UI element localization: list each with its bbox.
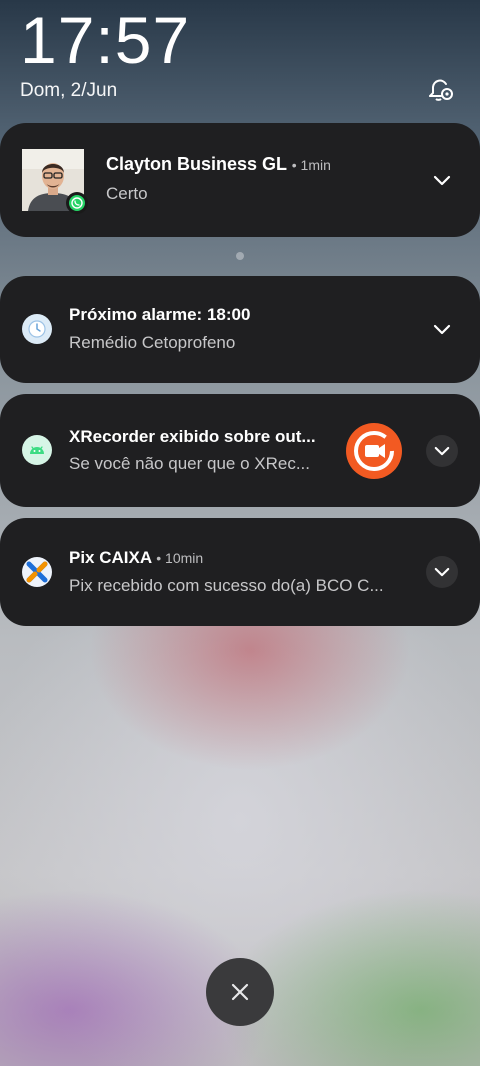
notification-text: Pix recebido com sucesso do(a) BCO C... (69, 576, 384, 595)
notification-title: Clayton Business GL • 1min (106, 154, 331, 174)
notification-title: Pix CAIXA • 10min (69, 548, 204, 567)
notification-time: 1min (300, 157, 331, 173)
clear-all-button[interactable] (206, 958, 274, 1026)
notification-text: Remédio Cetoprofeno (69, 333, 236, 352)
notification-alarm[interactable]: Próximo alarme: 18:00 Remédio Cetoprofen… (0, 276, 480, 383)
notification-whatsapp[interactable]: Clayton Business GL • 1min Certo (0, 123, 480, 237)
whatsapp-icon (66, 192, 88, 214)
expand-chevron-icon[interactable] (426, 435, 458, 467)
expand-chevron-icon[interactable] (426, 165, 458, 197)
lockscreen-clock: 17:57 (20, 3, 191, 77)
expand-chevron-icon[interactable] (426, 314, 458, 346)
page-indicator-dot (236, 252, 244, 260)
xrecorder-logo (345, 422, 403, 480)
notification-overlay[interactable]: XRecorder exibido sobre out... Se você n… (0, 394, 480, 507)
notification-time-prefix: • (291, 157, 301, 173)
caixa-x-icon (22, 557, 52, 587)
notification-title: Próximo alarme: 18:00 (69, 305, 251, 324)
alarm-clock-icon (22, 314, 52, 344)
android-icon (22, 435, 52, 465)
notification-text: Certo (106, 184, 148, 203)
notification-title: XRecorder exibido sobre out... (69, 427, 316, 446)
notification-settings-icon[interactable] (424, 74, 456, 106)
notification-text: Se você não quer que o XRec... (69, 454, 310, 473)
close-icon (231, 983, 249, 1001)
lockscreen-date: Dom, 2/Jun (20, 80, 118, 101)
notification-time: 10min (165, 550, 204, 566)
expand-chevron-icon[interactable] (426, 556, 458, 588)
notification-caixa[interactable]: Pix CAIXA • 10min Pix recebido com suces… (0, 518, 480, 626)
notification-time-prefix: • (156, 550, 166, 566)
